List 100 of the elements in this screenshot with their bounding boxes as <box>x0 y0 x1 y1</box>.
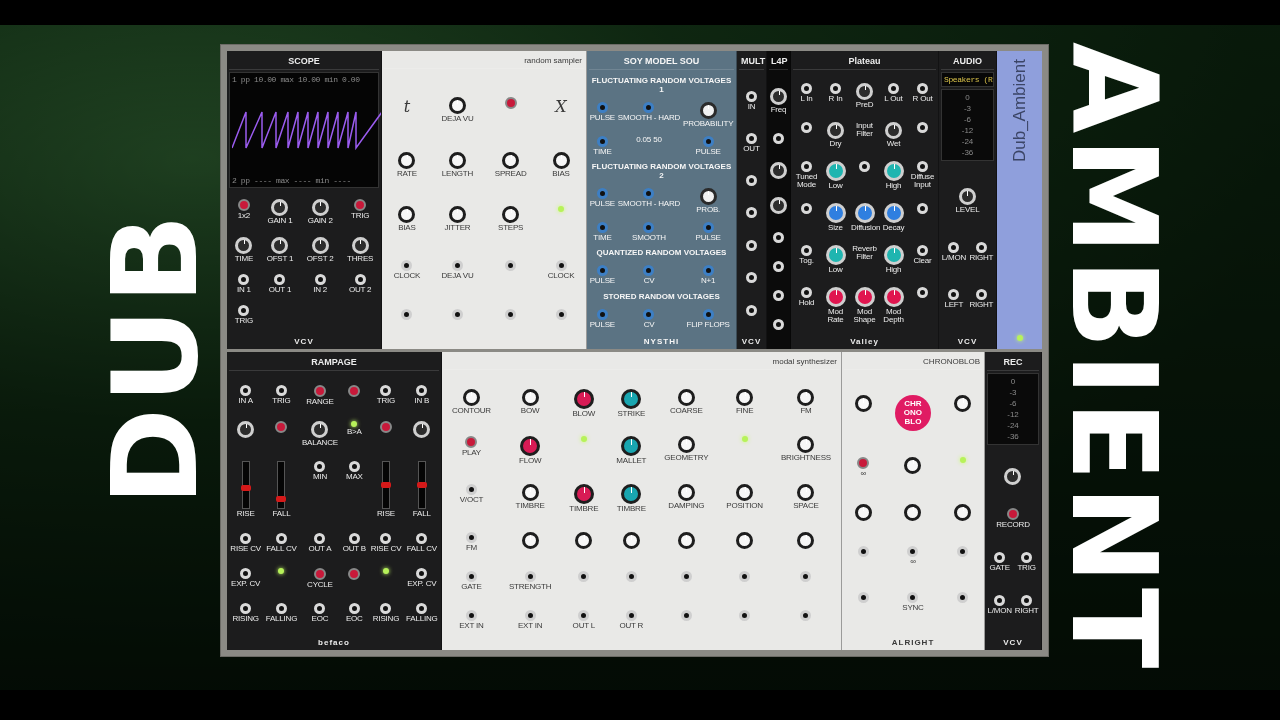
control-label: STEPS <box>498 223 524 233</box>
slider-handle[interactable] <box>276 496 287 503</box>
push-button[interactable] <box>1007 507 1019 520</box>
knob[interactable] <box>398 205 416 223</box>
knob[interactable] <box>573 388 594 409</box>
knob[interactable] <box>520 436 541 457</box>
device-display[interactable]: Speakers (R <box>941 72 994 87</box>
control-label: Diffusion <box>851 223 878 232</box>
knob[interactable] <box>502 151 520 169</box>
control-label: PLAY <box>461 449 481 458</box>
push-button[interactable] <box>504 97 517 110</box>
knob[interactable] <box>449 151 466 169</box>
notes-text: Dub_Ambient <box>1009 59 1030 162</box>
control-label: Low <box>828 181 843 190</box>
knob[interactable] <box>677 436 695 454</box>
slider-handle[interactable] <box>416 482 427 489</box>
control-label: OUT A <box>308 545 332 554</box>
control-label: FINE <box>735 406 754 415</box>
control-label: SPREAD <box>494 169 527 178</box>
push-button[interactable] <box>313 567 326 580</box>
knob[interactable] <box>699 101 717 119</box>
knob[interactable] <box>621 484 642 505</box>
control-label: PULSE <box>589 199 615 209</box>
control-label: LENGTH <box>441 169 474 178</box>
control-label: LEFT <box>944 301 964 310</box>
knob[interactable] <box>449 97 466 115</box>
control-label: OUT 1 <box>268 286 292 295</box>
knob[interactable] <box>622 532 640 550</box>
control-label: BALANCE <box>301 438 338 448</box>
knob[interactable] <box>677 388 695 406</box>
control-label: RECORD <box>996 520 1030 529</box>
meter-mark: -6 <box>1008 399 1018 408</box>
control-label: GAIN 1 <box>267 217 293 226</box>
knob[interactable] <box>954 395 972 413</box>
control-label: FLIP FLOPS <box>686 321 730 330</box>
knob[interactable] <box>736 532 754 550</box>
knob[interactable] <box>677 532 695 550</box>
knob[interactable] <box>502 205 520 223</box>
slider-handle[interactable] <box>240 484 251 491</box>
knob[interactable] <box>736 388 754 406</box>
slider-track[interactable] <box>382 461 390 510</box>
knob[interactable] <box>552 151 570 169</box>
push-button[interactable] <box>313 385 326 398</box>
slider-track[interactable] <box>417 461 426 510</box>
slider-handle[interactable] <box>381 482 391 489</box>
push-button[interactable] <box>354 199 367 212</box>
control-label: RIGHT <box>969 253 994 263</box>
knob[interactable] <box>462 388 480 406</box>
knob[interactable] <box>797 388 815 406</box>
control-label: JITTER <box>444 223 471 233</box>
knob[interactable] <box>521 484 539 502</box>
control-label: 0.05 50 <box>636 135 662 144</box>
slider-track[interactable] <box>241 461 250 510</box>
knob[interactable] <box>797 436 815 454</box>
knob[interactable] <box>904 503 922 521</box>
push-button[interactable] <box>465 436 478 449</box>
push-button[interactable] <box>857 456 870 469</box>
control-label: CV <box>643 321 655 330</box>
led-light <box>383 567 389 574</box>
knob[interactable] <box>854 503 872 521</box>
brand-logo: VCV <box>740 337 763 346</box>
panel-glyph: t <box>403 97 411 117</box>
module-title: SOY MODEL SOU <box>589 54 734 70</box>
knob[interactable] <box>573 484 594 505</box>
led-light <box>278 567 285 574</box>
brand-logo: VCV <box>293 337 315 346</box>
control-label: PULSE <box>589 277 615 286</box>
control-label: FM <box>800 406 812 415</box>
knob[interactable] <box>621 436 642 457</box>
control-label: TRIG <box>234 317 254 326</box>
control-label: Diffuse Input <box>909 172 936 190</box>
knob[interactable] <box>736 484 754 502</box>
module-title: SCOPE <box>229 54 379 70</box>
slider-track[interactable] <box>277 461 286 510</box>
knob[interactable] <box>699 187 717 205</box>
push-button[interactable] <box>348 567 361 580</box>
control-label: PULSE <box>589 321 615 330</box>
control-label: CYCLE <box>307 580 333 590</box>
module-title: REC <box>987 355 1039 371</box>
control-label: Freq <box>770 106 787 115</box>
knob[interactable] <box>904 456 922 474</box>
knob[interactable] <box>621 388 642 409</box>
control-label: N+1 <box>700 277 716 286</box>
push-button[interactable] <box>275 420 288 433</box>
knob[interactable] <box>521 388 539 406</box>
control-label: TRIG <box>272 397 291 406</box>
push-button[interactable] <box>380 420 392 433</box>
push-button[interactable] <box>348 385 361 398</box>
brand-logo: NYSTHI <box>642 337 681 346</box>
knob[interactable] <box>398 151 416 169</box>
knob[interactable] <box>797 532 815 550</box>
control-label: PULSE <box>589 113 615 123</box>
knob[interactable] <box>575 532 593 550</box>
knob[interactable] <box>854 395 872 413</box>
push-button[interactable] <box>237 199 250 212</box>
knob[interactable] <box>954 503 972 521</box>
knob[interactable] <box>449 205 466 223</box>
knob[interactable] <box>677 484 695 502</box>
knob[interactable] <box>521 532 539 550</box>
knob[interactable] <box>797 484 815 502</box>
